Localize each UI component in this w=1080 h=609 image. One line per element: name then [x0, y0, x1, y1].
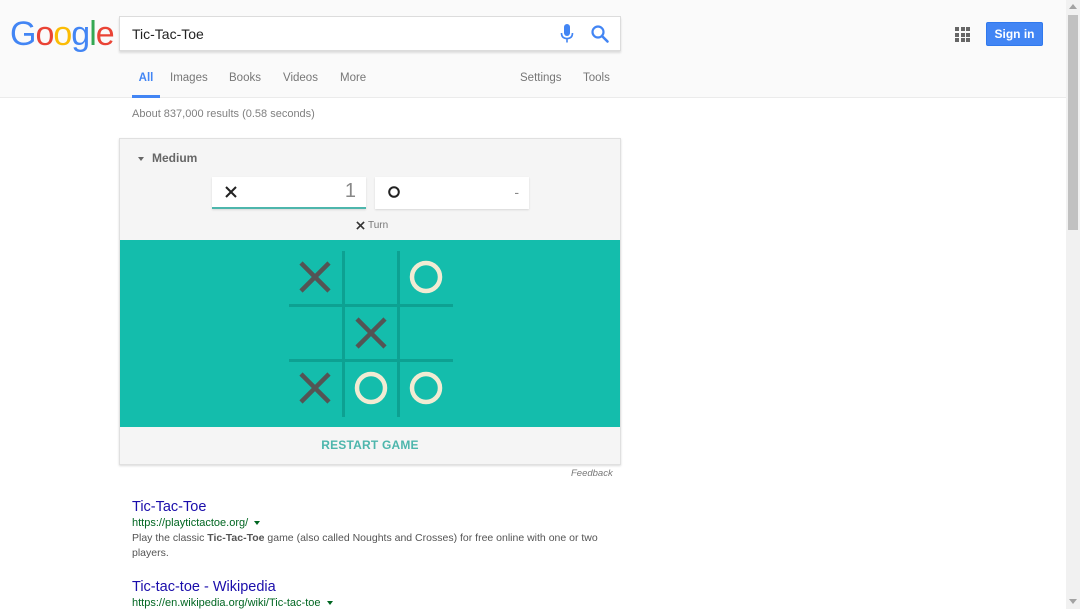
board-cell-empty[interactable] [291, 309, 339, 357]
tab-books[interactable]: Books [229, 62, 261, 98]
logo-letter: o [35, 15, 54, 53]
tab-settings[interactable]: Settings [520, 62, 562, 98]
board-cell-o-mark [354, 371, 388, 405]
snippet-bold-text: Tic-Tac-Toe [207, 532, 265, 544]
score-o-panel: - [375, 177, 529, 209]
x-icon [356, 221, 365, 230]
result-url-text[interactable]: https://playtictactoe.org/ [132, 517, 248, 529]
sign-in-button[interactable]: Sign in [986, 22, 1043, 46]
feedback-link[interactable]: Feedback [571, 468, 613, 479]
google-logo[interactable]: Google [10, 15, 115, 53]
board-cell-x-mark [299, 372, 331, 404]
score-x-panel: 1 [212, 177, 366, 209]
result-snippet: Play the classic Tic-Tac-Toe game (also … [132, 531, 602, 561]
snippet-text: Play the classic [132, 532, 208, 544]
dropdown-arrow-icon[interactable] [326, 601, 333, 606]
search-input[interactable] [132, 17, 552, 50]
score-o-value: - [514, 184, 519, 200]
grid-line-vertical [342, 251, 345, 417]
logo-letter: o [53, 15, 72, 53]
logo-letter: e [95, 15, 115, 53]
logo-letter: G [10, 15, 36, 53]
tab-images[interactable]: Images [170, 62, 208, 98]
search-result: Tic-tac-toe - Wikipedia https://en.wikip… [132, 579, 602, 609]
difficulty-dropdown[interactable]: Medium [138, 151, 197, 165]
score-x-value: 1 [344, 180, 356, 202]
x-icon [225, 186, 237, 198]
turn-label: Turn [368, 220, 389, 231]
scrollbar-thumb[interactable] [1068, 15, 1078, 230]
result-stats: About 837,000 results (0.58 seconds) [132, 108, 315, 120]
tab-videos[interactable]: Videos [283, 62, 318, 98]
tic-tac-toe-card: Medium 1 - Turn RESTART GAME [119, 138, 621, 465]
restart-game-button[interactable]: RESTART GAME [120, 427, 620, 464]
board-cell-o-mark [409, 260, 443, 294]
logo-letter: g [71, 15, 90, 53]
board-cell-x-mark [355, 317, 387, 349]
mic-icon[interactable] [560, 24, 574, 44]
result-url-text[interactable]: https://en.wikipedia.org/wiki/Tic-tac-to… [132, 597, 321, 609]
header: Google Sign in All Images Books Videos M… [0, 0, 1066, 98]
board-cell-empty[interactable] [402, 309, 450, 357]
search-result: Tic-Tac-Toe https://playtictactoe.org/ P… [132, 499, 602, 561]
dropdown-arrow-icon[interactable] [254, 521, 261, 526]
page-scrollbar[interactable] [1066, 0, 1080, 609]
tab-more[interactable]: More [340, 62, 366, 98]
grid-line-horizontal [289, 359, 453, 362]
grid-line-vertical [397, 251, 400, 417]
difficulty-label: Medium [152, 151, 198, 165]
board-cell-empty[interactable] [347, 253, 395, 301]
apps-grid-icon[interactable] [955, 27, 970, 42]
result-url: https://en.wikipedia.org/wiki/Tic-tac-to… [132, 597, 602, 609]
turn-indicator: Turn [356, 220, 388, 231]
board-cell-o-mark [409, 371, 443, 405]
tab-all[interactable]: All [132, 62, 160, 98]
scroll-down-arrow-icon[interactable] [1069, 599, 1077, 604]
grid-line-horizontal [289, 304, 453, 307]
result-url: https://playtictactoe.org/ [132, 517, 602, 529]
scroll-up-arrow-icon[interactable] [1069, 4, 1077, 9]
search-box [119, 16, 621, 51]
result-title-link[interactable]: Tic-tac-toe - Wikipedia [132, 579, 602, 595]
search-icon[interactable] [590, 24, 610, 44]
o-icon [388, 186, 400, 198]
game-board [289, 251, 453, 417]
tab-tools[interactable]: Tools [583, 62, 610, 98]
caret-down-icon [138, 156, 144, 161]
result-title-link[interactable]: Tic-Tac-Toe [132, 499, 602, 515]
game-board-area [120, 240, 620, 427]
board-cell-x-mark [299, 261, 331, 293]
